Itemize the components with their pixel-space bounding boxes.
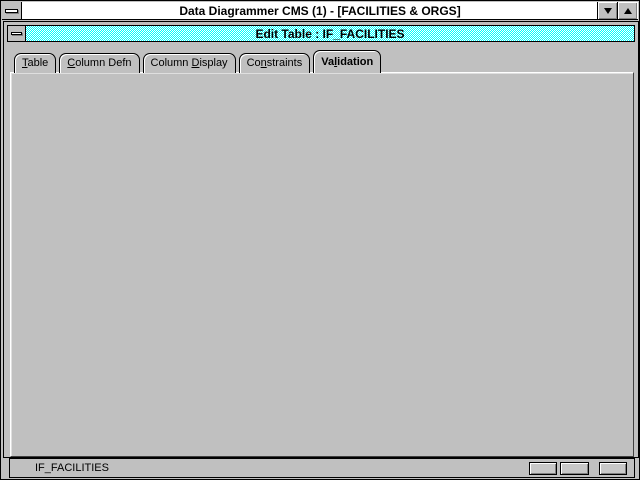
main-window-titlebar: Data Diagrammer CMS (1) - [FACILITIES & … — [2, 2, 638, 20]
background-window-title: IF_FACILITIES — [35, 462, 109, 474]
validation-tab-panel — [10, 72, 634, 457]
tab-table[interactable]: Table — [14, 53, 56, 73]
screen: Data Diagrammer CMS (1) - [FACILITIES & … — [0, 0, 640, 480]
dialog-titlebar-fill: Edit Table : IF_FACILITIES — [26, 26, 634, 41]
tab-column-defn[interactable]: Column Defn — [59, 53, 139, 73]
background-window-button[interactable] — [599, 462, 627, 475]
main-window-title: Data Diagrammer CMS (1) - [FACILITIES & … — [2, 4, 638, 18]
maximize-button[interactable] — [617, 2, 637, 19]
edit-table-dialog: Edit Table : IF_FACILITIES Table Column … — [3, 21, 639, 458]
dialog-system-menu-button[interactable] — [8, 26, 26, 41]
tab-bar: Table Column Defn Column Display Constra… — [14, 50, 381, 73]
minimize-icon — [604, 8, 612, 14]
tab-validation[interactable]: Validation — [313, 50, 381, 73]
tab-column-display[interactable]: Column Display — [143, 53, 236, 73]
background-window-titlebar: IF_FACILITIES — [9, 458, 635, 478]
background-window-button[interactable] — [560, 462, 589, 475]
maximize-icon — [624, 8, 632, 14]
background-window-button[interactable] — [529, 462, 557, 475]
tab-constraints[interactable]: Constraints — [239, 53, 311, 73]
dialog-titlebar: Edit Table : IF_FACILITIES — [7, 25, 635, 42]
dialog-system-menu-icon — [11, 32, 22, 35]
minimize-button[interactable] — [597, 2, 617, 19]
dialog-title: Edit Table : IF_FACILITIES — [249, 27, 410, 41]
